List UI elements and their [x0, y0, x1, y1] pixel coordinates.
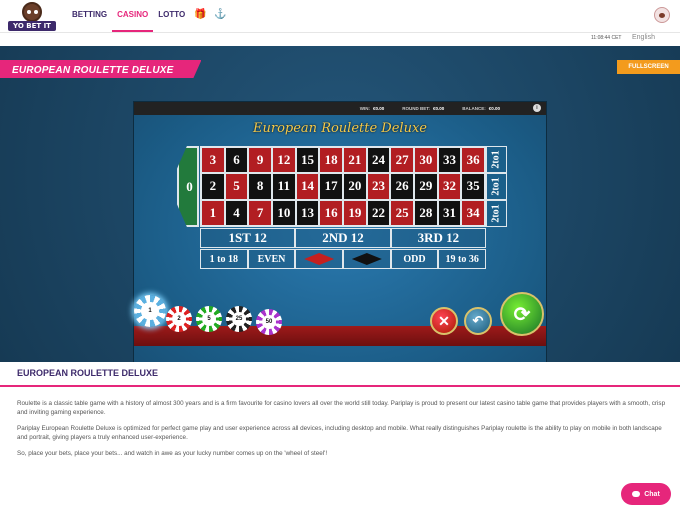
number-cell-30[interactable]: 30 — [413, 147, 438, 174]
number-cell-33[interactable]: 33 — [437, 147, 462, 174]
site-logo[interactable]: YO BET IT — [8, 2, 56, 32]
game-banner-title: EUROPEAN ROULETTE DELUXE — [12, 65, 174, 76]
number-cell-4[interactable]: 4 — [224, 199, 249, 226]
number-cell-8[interactable]: 8 — [248, 173, 272, 200]
column-bet-top[interactable]: 2to1 — [486, 146, 507, 173]
server-time: 11:08:44 CET — [591, 35, 622, 41]
info-icon[interactable]: i — [533, 104, 541, 112]
chip-1[interactable]: 1 — [134, 295, 166, 327]
number-cell-9[interactable]: 9 — [248, 147, 272, 174]
number-cell-10[interactable]: 10 — [271, 199, 296, 226]
description-paragraph: So, place your bets, place your bets... … — [17, 450, 328, 457]
number-cell-28[interactable]: 28 — [413, 199, 438, 226]
game-area: EUROPEAN ROULETTE DELUXE FULLSCREEN WIN:… — [0, 46, 680, 383]
number-cell-15[interactable]: 15 — [295, 147, 320, 174]
description-header: EUROPEAN ROULETTE DELUXE — [0, 362, 680, 387]
number-cell-34[interactable]: 34 — [461, 199, 485, 226]
number-cell-11[interactable]: 11 — [271, 173, 296, 200]
chip-2[interactable]: 2 — [166, 306, 192, 332]
description-heading: EUROPEAN ROULETTE DELUXE — [17, 368, 159, 378]
top-navigation-bar: YO BET IT BETTING CASINO LOTTO 🎁 ⚓ — [0, 0, 680, 33]
nav-item-betting[interactable]: BETTING — [67, 0, 112, 32]
game-logo-title: European Roulette Deluxe — [253, 121, 427, 136]
number-cell-5[interactable]: 5 — [224, 173, 249, 200]
logo-mascot-icon — [22, 2, 42, 22]
bet-19-to-36[interactable]: 19 to 36 — [438, 249, 486, 269]
game-title-banner: EUROPEAN ROULETTE DELUXE — [0, 60, 202, 78]
bet-even[interactable]: EVEN — [247, 249, 296, 269]
bet-1-to-18[interactable]: 1 to 18 — [200, 249, 248, 269]
number-cell-7[interactable]: 7 — [248, 199, 272, 226]
description-paragraph: Pariplay European Roulette Deluxe is opt… — [17, 425, 662, 441]
logo-text: YO BET IT — [8, 21, 56, 31]
number-cell-19[interactable]: 19 — [342, 199, 367, 226]
balance-stat: BALANCE: €0.00 — [462, 106, 500, 111]
number-cell-36[interactable]: 36 — [461, 147, 485, 174]
dozen-second[interactable]: 2ND 12 — [295, 228, 391, 248]
dozen-third[interactable]: 3RD 12 — [390, 228, 486, 248]
language-selector[interactable]: English — [632, 34, 655, 41]
number-cell-13[interactable]: 13 — [295, 199, 320, 226]
description-paragraph: Roulette is a classic table game with a … — [17, 400, 666, 416]
spin-button[interactable]: ⟳ — [500, 292, 544, 336]
number-cell-35[interactable]: 35 — [461, 173, 485, 200]
number-cell-29[interactable]: 29 — [413, 173, 438, 200]
chip-5[interactable]: 5 — [196, 306, 222, 332]
number-grid: 3 6 9 12 15 18 21 24 27 30 33 36 2 5 8 11 14 17 20 23 26 29 32… — [200, 146, 486, 227]
win-stat: WIN: €0.00 — [359, 106, 385, 111]
user-avatar[interactable] — [654, 7, 670, 23]
number-cell-25[interactable]: 25 — [390, 199, 414, 226]
column-bet-bottom[interactable]: 2to1 — [486, 200, 507, 227]
black-diamond-icon — [351, 253, 382, 265]
game-stats-bar: WIN: €0.00 ROUND BET: €0.00 BALANCE: €0.00 … — [134, 102, 546, 115]
dozen-first[interactable]: 1ST 12 — [200, 228, 296, 248]
description-body: Roulette is a classic table game with a … — [17, 399, 667, 465]
gift-icon[interactable]: 🎁 — [190, 0, 210, 32]
main-nav: BETTING CASINO LOTTO 🎁 ⚓ — [67, 0, 230, 32]
nav-item-casino[interactable]: CASINO — [112, 0, 154, 32]
number-cell-26[interactable]: 26 — [390, 173, 414, 200]
undo-button[interactable]: ↶ — [464, 307, 492, 335]
number-cell-21[interactable]: 21 — [342, 147, 367, 174]
chip-50[interactable]: 50 — [256, 309, 282, 335]
bull-icon[interactable]: ⚓ — [210, 0, 230, 32]
number-cell-12[interactable]: 12 — [271, 147, 296, 174]
number-cell-2[interactable]: 2 — [201, 173, 225, 200]
outside-bets: 1 to 18 EVEN ODD 19 to 36 — [200, 249, 486, 269]
number-cell-24[interactable]: 24 — [366, 147, 391, 174]
number-cell-17[interactable]: 17 — [319, 173, 343, 200]
number-cell-18[interactable]: 18 — [319, 147, 343, 174]
number-cell-1[interactable]: 1 — [201, 199, 225, 226]
clear-bets-button[interactable]: ✕ — [430, 307, 458, 335]
bet-red[interactable] — [295, 249, 343, 269]
roulette-game-frame[interactable]: WIN: €0.00 ROUND BET: €0.00 BALANCE: €0.00 … — [133, 101, 547, 383]
bet-odd[interactable]: ODD — [390, 249, 439, 269]
chip-25[interactable]: 25 — [226, 306, 252, 332]
number-cell-32[interactable]: 32 — [437, 173, 462, 200]
column-bet-middle[interactable]: 2to1 — [486, 173, 507, 200]
chat-button[interactable]: Chat — [621, 483, 671, 505]
dozen-bets: 1ST 12 2ND 12 3RD 12 — [200, 228, 486, 248]
round-bet-stat: ROUND BET: €0.00 — [402, 106, 445, 111]
number-cell-20[interactable]: 20 — [342, 173, 367, 200]
nav-item-lotto[interactable]: LOTTO — [153, 0, 190, 32]
bet-black[interactable] — [343, 249, 391, 269]
number-cell-22[interactable]: 22 — [366, 199, 391, 226]
number-cell-27[interactable]: 27 — [390, 147, 414, 174]
number-cell-31[interactable]: 31 — [437, 199, 462, 226]
number-cell-6[interactable]: 6 — [224, 147, 249, 174]
zero-cell[interactable]: 0 — [177, 146, 199, 227]
chat-bubble-icon — [632, 491, 641, 497]
chat-label: Chat — [644, 490, 660, 498]
sub-bar: 11:08:44 CET English — [0, 33, 680, 46]
number-cell-14[interactable]: 14 — [295, 173, 320, 200]
red-diamond-icon — [304, 253, 335, 265]
number-cell-16[interactable]: 16 — [319, 199, 343, 226]
number-cell-23[interactable]: 23 — [366, 173, 391, 200]
fullscreen-button[interactable]: FULLSCREEN — [617, 60, 680, 74]
number-cell-3[interactable]: 3 — [201, 147, 225, 174]
